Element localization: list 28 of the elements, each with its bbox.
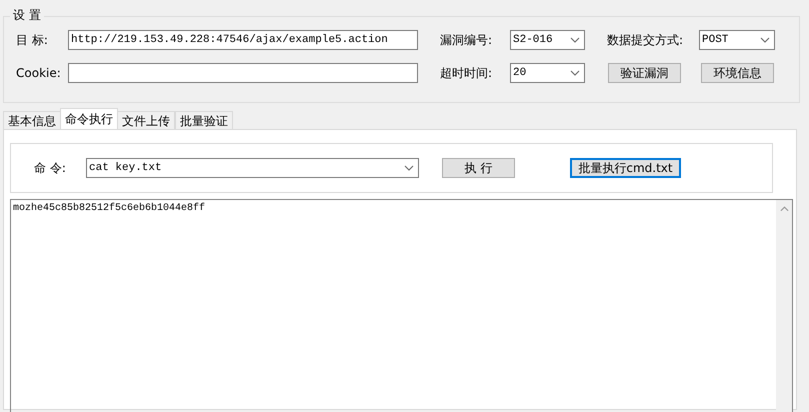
dropdown-caret-icon bbox=[404, 165, 414, 171]
button[interactable]: 执 行 bbox=[442, 158, 515, 178]
dropdown-caret-icon bbox=[570, 37, 580, 43]
cookie-field[interactable] bbox=[68, 63, 418, 83]
button[interactable]: 环境信息 bbox=[701, 63, 774, 83]
field-label: 数据提交方式: bbox=[607, 32, 684, 48]
scrollbar[interactable] bbox=[776, 200, 792, 412]
field-label: 漏洞编号: bbox=[440, 32, 494, 48]
tab[interactable]: 基本信息 bbox=[3, 111, 61, 129]
tab[interactable]: 命令执行 bbox=[60, 108, 118, 129]
field-label: 命 令: bbox=[34, 160, 67, 176]
dropdown-caret-icon bbox=[570, 70, 580, 76]
field-label: 超时时间: bbox=[440, 64, 494, 82]
timeout-dropdown[interactable]: 20 bbox=[510, 63, 585, 83]
method-dropdown[interactable]: POST bbox=[699, 30, 775, 50]
vuln-id-dropdown[interactable]: S2-016 bbox=[510, 30, 585, 50]
output-text: mozhe45c85b82512f5c6eb6b1044e8ff bbox=[12, 202, 206, 216]
command-dropdown[interactable]: cat key.txt bbox=[86, 158, 419, 178]
dropdown-caret-icon bbox=[760, 37, 770, 43]
field-label: 目 标: bbox=[15, 32, 49, 48]
url-field[interactable]: http://219.153.49.228:47546/ajax/example5.action bbox=[68, 30, 418, 50]
scroll-up-icon[interactable] bbox=[780, 206, 788, 212]
tab[interactable]: 批量验证 bbox=[175, 111, 233, 129]
button[interactable]: 批量执行cmd.txt bbox=[570, 158, 681, 178]
button[interactable]: 验证漏洞 bbox=[608, 63, 681, 83]
tab[interactable]: 文件上传 bbox=[117, 111, 175, 129]
output-area[interactable]: mozhe45c85b82512f5c6eb6b1044e8ff bbox=[10, 199, 793, 412]
field-label: Cookie: bbox=[15, 66, 62, 80]
